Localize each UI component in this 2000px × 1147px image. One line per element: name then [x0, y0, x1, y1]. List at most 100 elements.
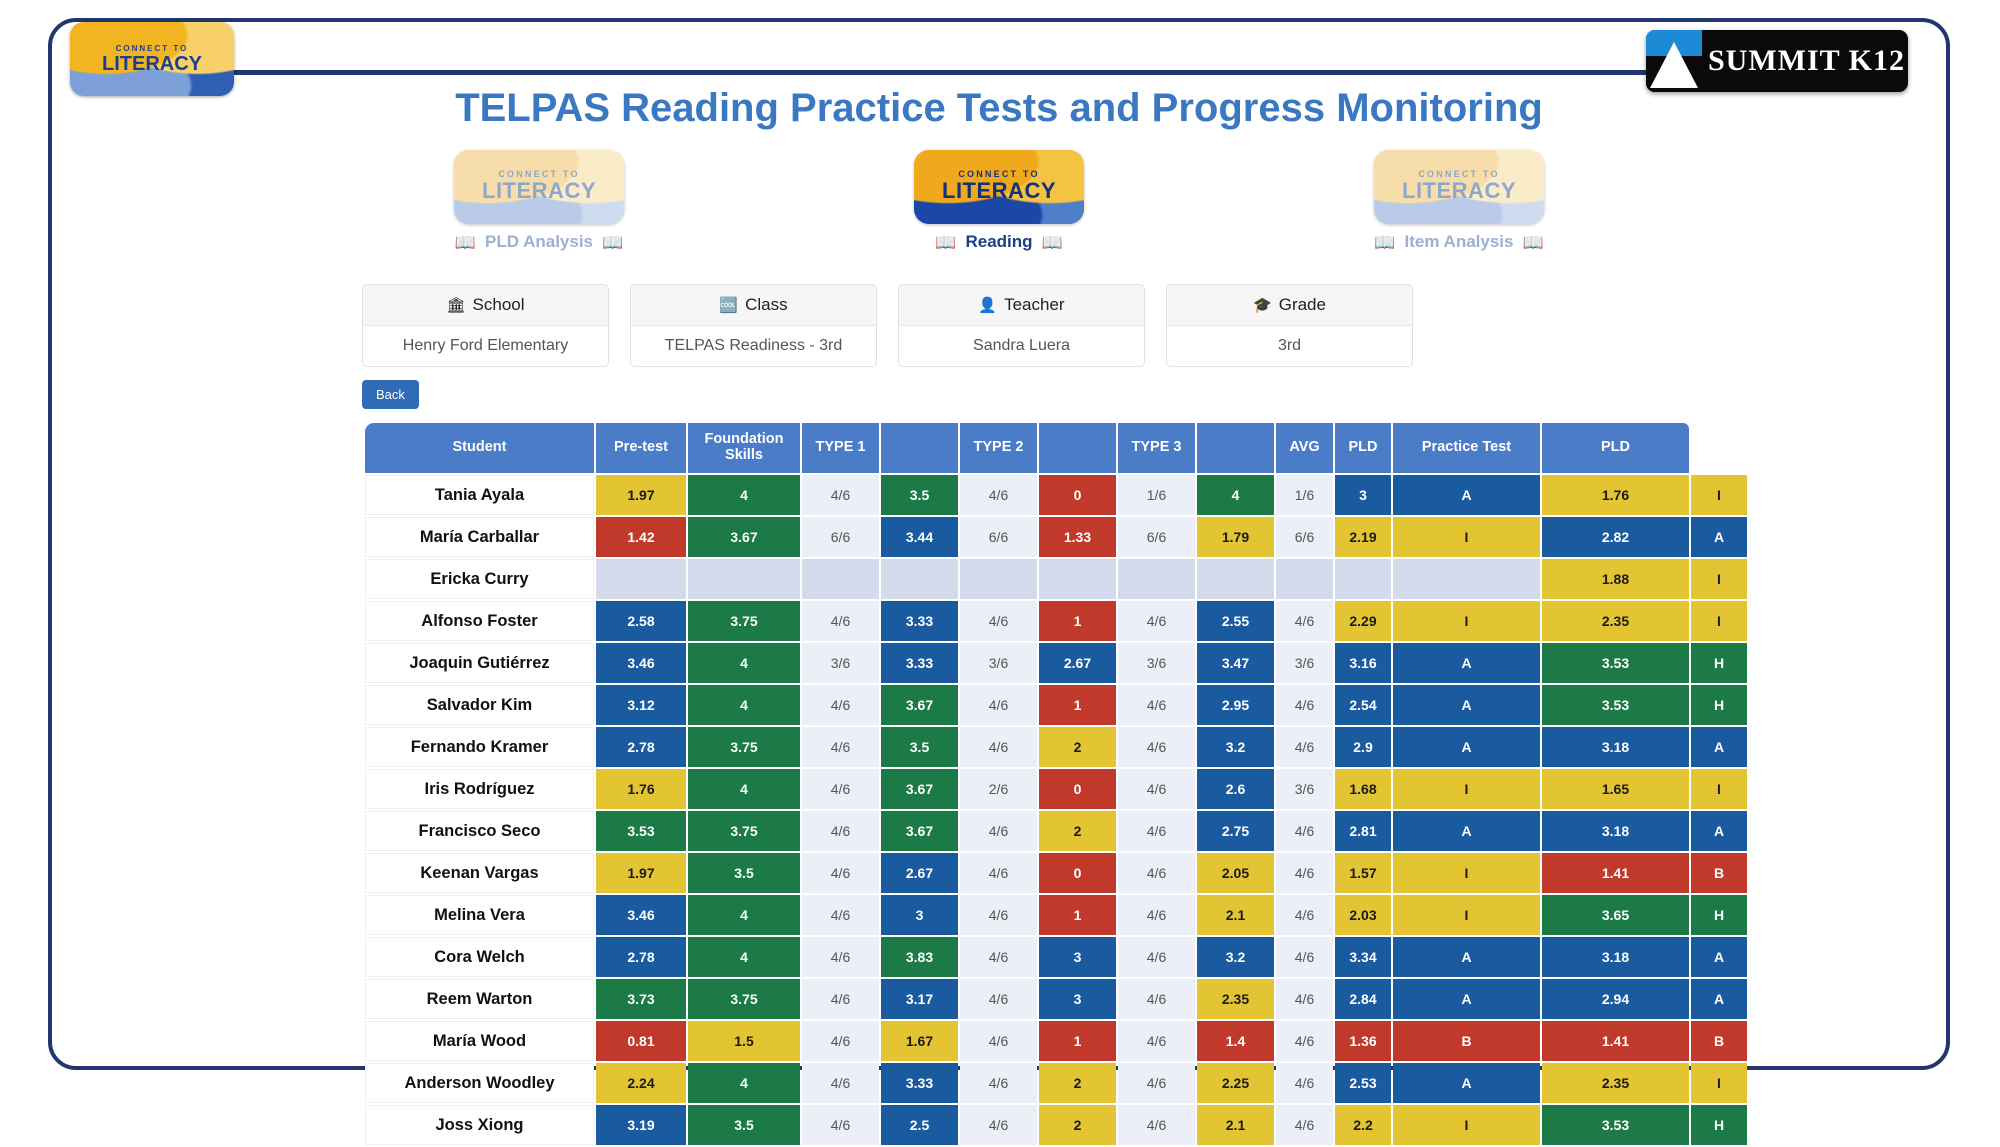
- score-cell: A: [1393, 685, 1540, 725]
- table-row[interactable]: Keenan Vargas 1.97 3.5 4/6 2.67 4/6 0 4/6 2.05 4/…: [365, 853, 1747, 893]
- column-header-student[interactable]: Student: [365, 423, 594, 473]
- filter-value-teacher: Sandra Luera: [973, 337, 1070, 354]
- score-cell: 3.16: [1335, 643, 1391, 683]
- column-header-type2[interactable]: TYPE 2: [960, 423, 1037, 473]
- score-cell: 2.67: [1039, 643, 1116, 683]
- filter-class[interactable]: 🆒 Class TELPAS Readiness - 3rd: [630, 284, 877, 367]
- score-cell: 3.44: [881, 517, 958, 557]
- column-header-type3-fraction: [1197, 423, 1274, 473]
- score-cell: 1.97: [596, 475, 686, 515]
- book-icon: 📖: [935, 232, 957, 252]
- student-name-cell[interactable]: Joss Xiong: [365, 1105, 594, 1145]
- table-row[interactable]: Tania Ayala 1.97 4 4/6 3.5 4/6 0 1/6 4 1/6 3 A 1.76 I: [365, 475, 1747, 515]
- student-name-cell[interactable]: María Wood: [365, 1021, 594, 1061]
- score-cell: 1.97: [596, 853, 686, 893]
- column-header-practice-test[interactable]: Practice Test: [1393, 423, 1540, 473]
- score-cell: 1.5: [688, 1021, 800, 1061]
- table-row[interactable]: Anderson Woodley 2.24 4 4/6 3.33 4/6 2 4/6 2.25 4…: [365, 1063, 1747, 1103]
- score-cell: 2.24: [596, 1063, 686, 1103]
- table-row[interactable]: Joss Xiong 3.19 3.5 4/6 2.5 4/6 2 4/6 2.1 4/6 2.2 I…: [365, 1105, 1747, 1145]
- table-row[interactable]: Alfonso Foster 2.58 3.75 4/6 3.33 4/6 1 4/6 2.55…: [365, 601, 1747, 641]
- student-name-cell[interactable]: Cora Welch: [365, 937, 594, 977]
- student-name-cell[interactable]: Fernando Kramer: [365, 727, 594, 767]
- back-button[interactable]: Back: [362, 380, 419, 409]
- student-name-cell[interactable]: Iris Rodríguez: [365, 769, 594, 809]
- score-cell: 3/6: [1118, 643, 1195, 683]
- score-cell: 2.03: [1335, 895, 1391, 935]
- table-row[interactable]: Melina Vera 3.46 4 4/6 3 4/6 1 4/6 2.1 4/6 2.03 I 3.…: [365, 895, 1747, 935]
- table-row[interactable]: Francisco Seco 3.53 3.75 4/6 3.67 4/6 2 4/6 2.75…: [365, 811, 1747, 851]
- book-icon: 📖: [1041, 232, 1063, 252]
- score-cell: 2: [1039, 727, 1116, 767]
- nav-item-reading[interactable]: CONNECT TO LITERACY 📖 Reading 📖: [904, 150, 1094, 252]
- table-row[interactable]: Joaquin Gutiérrez 3.46 4 3/6 3.33 3/6 2.67 3/6 3…: [365, 643, 1747, 683]
- table-row[interactable]: Iris Rodríguez 1.76 4 4/6 3.67 2/6 0 4/6 2.6 3/6 1…: [365, 769, 1747, 809]
- score-cell: 4/6: [802, 727, 879, 767]
- column-header-type3[interactable]: TYPE 3: [1118, 423, 1195, 473]
- score-cell: 4: [688, 937, 800, 977]
- column-header-pld[interactable]: PLD: [1335, 423, 1391, 473]
- column-header-avg[interactable]: AVG: [1276, 423, 1333, 473]
- score-cell: 1.67: [881, 1021, 958, 1061]
- score-cell: 3.53: [596, 811, 686, 851]
- student-name-cell[interactable]: Salvador Kim: [365, 685, 594, 725]
- student-name-cell[interactable]: María Carballar: [365, 517, 594, 557]
- score-cell: 2: [1039, 811, 1116, 851]
- score-cell: 4/6: [1118, 727, 1195, 767]
- student-name-cell[interactable]: Tania Ayala: [365, 475, 594, 515]
- score-cell: 1.88: [1542, 559, 1689, 599]
- column-header-foundation-skills[interactable]: Foundation Skills: [688, 423, 800, 473]
- student-name-cell[interactable]: Anderson Woodley: [365, 1063, 594, 1103]
- student-name-cell[interactable]: Reem Warton: [365, 979, 594, 1019]
- score-cell: A: [1691, 727, 1747, 767]
- score-cell: H: [1691, 1105, 1747, 1145]
- filter-school[interactable]: 🏛 School Henry Ford Elementary: [362, 284, 609, 367]
- table-row[interactable]: Cora Welch 2.78 4 4/6 3.83 4/6 3 4/6 3.2 4/6 3.34 A…: [365, 937, 1747, 977]
- header-divider: [227, 70, 1827, 75]
- score-cell: 1.76: [596, 769, 686, 809]
- score-cell: 4/6: [802, 685, 879, 725]
- score-cell: 4/6: [1118, 937, 1195, 977]
- score-cell: 4/6: [1118, 979, 1195, 1019]
- score-cell: 3.67: [881, 769, 958, 809]
- score-cell: 2: [1039, 1105, 1116, 1145]
- student-name-cell[interactable]: Joaquin Gutiérrez: [365, 643, 594, 683]
- score-cell: 4/6: [1118, 1105, 1195, 1145]
- score-cell: 4/6: [960, 979, 1037, 1019]
- score-cell: 3.73: [596, 979, 686, 1019]
- book-icon: 📖: [454, 232, 476, 252]
- score-cell: 2.53: [1335, 1063, 1391, 1103]
- score-cell: 4/6: [960, 811, 1037, 851]
- student-name-cell[interactable]: Keenan Vargas: [365, 853, 594, 893]
- student-name-cell[interactable]: Alfonso Foster: [365, 601, 594, 641]
- nav-logo-line2: LITERACY: [942, 178, 1056, 204]
- table-row[interactable]: María Carballar 1.42 3.67 6/6 3.44 6/6 1.33 6/6…: [365, 517, 1747, 557]
- student-name-cell[interactable]: Francisco Seco: [365, 811, 594, 851]
- score-cell: [1118, 559, 1195, 599]
- nav-item-pld-analysis[interactable]: CONNECT TO LITERACY 📖 PLD Analysis 📖: [444, 150, 634, 252]
- column-header-type1[interactable]: TYPE 1: [802, 423, 879, 473]
- column-header-pld-2[interactable]: PLD: [1542, 423, 1689, 473]
- student-name-cell[interactable]: Ericka Curry: [365, 559, 594, 599]
- score-cell: 2.58: [596, 601, 686, 641]
- score-cell: 1: [1039, 685, 1116, 725]
- table-row[interactable]: María Wood 0.81 1.5 4/6 1.67 4/6 1 4/6 1.4 4/6 1.3…: [365, 1021, 1747, 1061]
- filter-grade[interactable]: 🎓 Grade 3rd: [1166, 284, 1413, 367]
- table-row[interactable]: Ericka Curry 1.88 I: [365, 559, 1747, 599]
- table-row[interactable]: Reem Warton 3.73 3.75 4/6 3.17 4/6 3 4/6 2.35 4/6…: [365, 979, 1747, 1019]
- student-name-cell[interactable]: Melina Vera: [365, 895, 594, 935]
- filter-teacher[interactable]: 👤 Teacher Sandra Luera: [898, 284, 1145, 367]
- table-row[interactable]: Salvador Kim 3.12 4 4/6 3.67 4/6 1 4/6 2.95 4/6 2.…: [365, 685, 1747, 725]
- score-cell: 3.2: [1197, 727, 1274, 767]
- score-cell: 4: [688, 1063, 800, 1103]
- score-cell: 4/6: [960, 895, 1037, 935]
- score-cell: I: [1393, 769, 1540, 809]
- score-cell: A: [1393, 475, 1540, 515]
- score-cell: 3.65: [1542, 895, 1689, 935]
- score-cell: 3.5: [688, 853, 800, 893]
- column-header-pretest[interactable]: Pre-test: [596, 423, 686, 473]
- score-cell: 0.81: [596, 1021, 686, 1061]
- table-row[interactable]: Fernando Kramer 2.78 3.75 4/6 3.5 4/6 2 4/6 3.2 4…: [365, 727, 1747, 767]
- score-cell: 2.95: [1197, 685, 1274, 725]
- nav-item-item-analysis[interactable]: CONNECT TO LITERACY 📖 Item Analysis 📖: [1364, 150, 1554, 252]
